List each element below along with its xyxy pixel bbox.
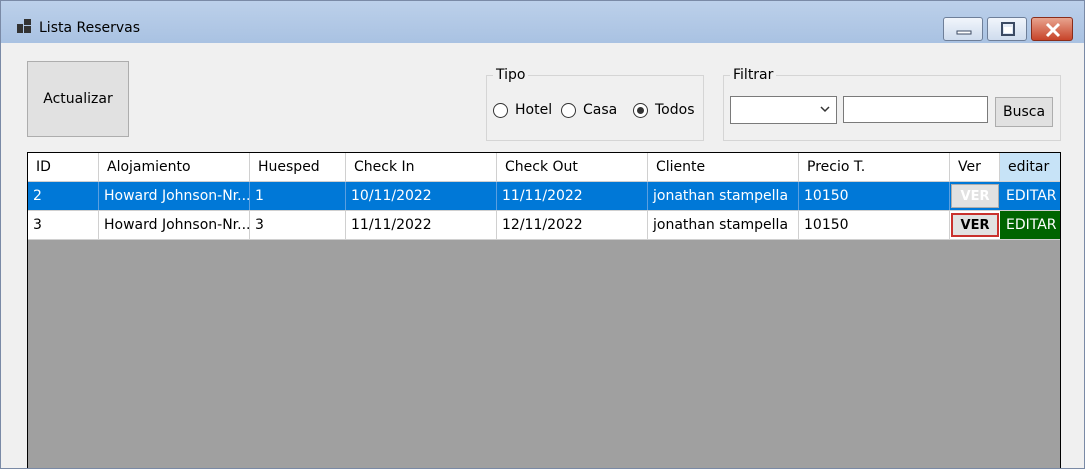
grid-header: ID Alojamiento Huesped Check In Check Ou… [28,153,1060,182]
title-bar: Lista Reservas [1,1,1084,43]
column-header-id[interactable]: ID [28,153,99,181]
cell-precio[interactable]: 10150 [799,182,950,210]
close-button[interactable] [1031,17,1073,41]
radio-casa-label: Casa [583,102,618,118]
filter-text-input[interactable] [843,96,988,123]
refresh-button[interactable]: Actualizar [27,61,129,137]
minimize-icon [956,30,972,35]
chevron-down-icon [820,106,830,113]
radio-hotel-circle [493,102,508,118]
cell-id[interactable]: 3 [28,211,99,239]
radio-todos-label: Todos [655,102,695,118]
filtrar-group: Filtrar Busca [723,67,1061,141]
radio-casa[interactable]: Casa [561,102,617,118]
maximize-button[interactable] [987,17,1027,41]
ver-button[interactable]: VER [951,184,999,208]
radio-todos[interactable]: Todos [633,102,694,118]
radio-hotel-label: Hotel [515,102,553,118]
column-header-precio[interactable]: Precio T. [799,153,950,181]
cell-check-in[interactable]: 11/11/2022 [346,211,497,239]
cell-id[interactable]: 2 [28,182,99,210]
cell-check-out[interactable]: 11/11/2022 [497,182,648,210]
window-app-icon [17,19,31,33]
cell-precio[interactable]: 10150 [799,211,950,239]
tipo-group-label: Tipo [493,67,529,83]
editar-button[interactable]: EDITAR [1000,182,1060,210]
column-header-editar[interactable]: editar [1000,153,1060,181]
column-header-ver[interactable]: Ver [950,153,1000,181]
ver-button[interactable]: VER [951,213,999,237]
column-header-cliente[interactable]: Cliente [648,153,799,181]
main-window: Lista Reservas Actualizar Tipo Hotel Cas… [0,0,1085,469]
column-header-check-in[interactable]: Check In [346,153,497,181]
radio-todos-circle [633,102,648,118]
cell-check-out[interactable]: 12/11/2022 [497,211,648,239]
minimize-button[interactable] [943,17,983,41]
window-title: Lista Reservas [39,20,141,36]
editar-button[interactable]: EDITAR [1000,211,1060,239]
radio-hotel[interactable]: Hotel [493,102,552,118]
maximize-icon [1001,22,1015,36]
column-header-alojamiento[interactable]: Alojamiento [99,153,250,181]
reservations-grid[interactable]: ID Alojamiento Huesped Check In Check Ou… [27,152,1061,468]
cell-cliente[interactable]: jonathan stampella [648,182,799,210]
cell-alojamiento[interactable]: Howard Johnson-Nr... [99,182,250,210]
column-header-check-out[interactable]: Check Out [497,153,648,181]
tipo-group: Tipo Hotel Casa Todos [486,67,704,141]
column-header-huesped[interactable]: Huesped [250,153,346,181]
cell-cliente[interactable]: jonathan stampella [648,211,799,239]
radio-casa-circle [561,102,576,118]
close-icon [1045,22,1061,38]
filter-field-select[interactable] [730,96,837,124]
cell-huesped[interactable]: 1 [250,182,346,210]
cell-check-in[interactable]: 10/11/2022 [346,182,497,210]
filtrar-group-label: Filtrar [730,67,777,83]
cell-huesped[interactable]: 3 [250,211,346,239]
cell-alojamiento[interactable]: Howard Johnson-Nr... [99,211,250,239]
table-row[interactable]: 2 Howard Johnson-Nr... 1 10/11/2022 11/1… [28,182,1060,211]
search-button[interactable]: Busca [995,97,1053,127]
table-row[interactable]: 3 Howard Johnson-Nr... 3 11/11/2022 12/1… [28,211,1060,240]
